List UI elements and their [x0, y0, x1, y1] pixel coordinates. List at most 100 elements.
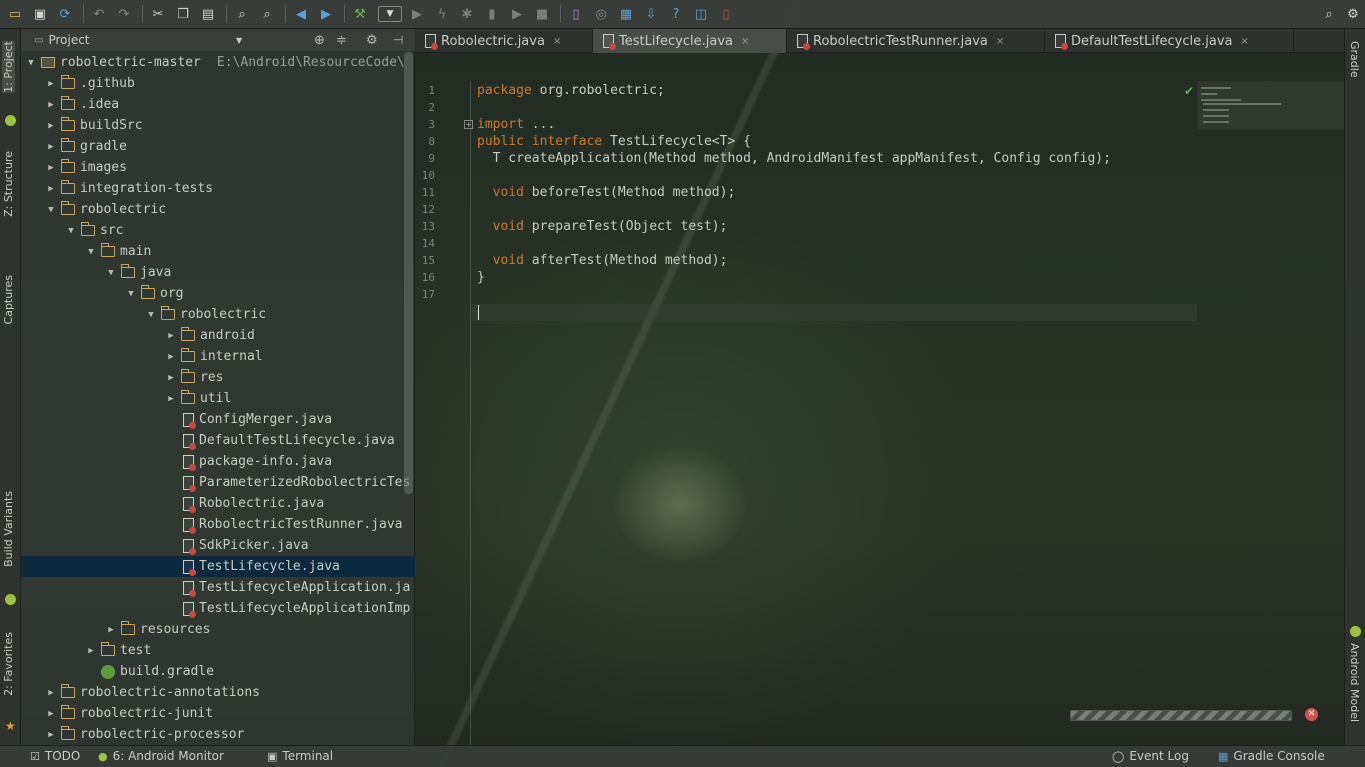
copy-icon[interactable]: ❐	[172, 3, 194, 25]
tree-node[interactable]: ▶ android	[21, 325, 415, 346]
background-task-progress[interactable]	[1070, 710, 1292, 721]
device-file-icon[interactable]: ▯	[715, 3, 737, 25]
collapse-all-icon[interactable]: ≑	[336, 33, 347, 48]
tree-node[interactable]: ▼ src	[21, 220, 415, 241]
cancel-task-icon[interactable]: ✕	[1305, 708, 1318, 721]
coverage-icon[interactable]: ▶	[506, 3, 528, 25]
expand-arrow-icon[interactable]: ▶	[165, 394, 177, 404]
tree-file[interactable]: ParameterizedRobolectricTes	[21, 472, 415, 493]
fold-expand-icon[interactable]: +	[464, 120, 473, 129]
translations-icon[interactable]: ◫	[690, 3, 712, 25]
save-icon[interactable]: ▣	[29, 3, 51, 25]
expand-arrow-icon[interactable]: ▶	[45, 688, 57, 698]
back-icon[interactable]: ◀	[290, 3, 312, 25]
tree-file[interactable]: package-info.java	[21, 451, 415, 472]
hide-panel-icon[interactable]: ⊣	[393, 33, 403, 47]
close-icon[interactable]: ×	[1241, 36, 1249, 47]
tree-node[interactable]: ▶ integration-tests	[21, 178, 415, 199]
tool-window-captures[interactable]: Captures	[2, 275, 15, 324]
open-folder-icon[interactable]: ▭	[4, 3, 26, 25]
tree-node[interactable]: ▶ .idea	[21, 94, 415, 115]
tree-file[interactable]: SdkPicker.java	[21, 535, 415, 556]
collapse-arrow-icon[interactable]: ▼	[125, 289, 137, 299]
tree-file[interactable]: RobolectricTestRunner.java	[21, 514, 415, 535]
expand-arrow-icon[interactable]: ▶	[45, 730, 57, 740]
tree-file[interactable]: TestLifecycle.java	[21, 556, 415, 577]
expand-arrow-icon[interactable]: ▶	[45, 121, 57, 131]
close-icon[interactable]: ×	[741, 36, 749, 47]
tree-file[interactable]: DefaultTestLifecycle.java	[21, 430, 415, 451]
expand-arrow-icon[interactable]: ▶	[45, 709, 57, 719]
tree-node[interactable]: ▼ robolectric	[21, 199, 415, 220]
expand-arrow-icon[interactable]: ▶	[45, 100, 57, 110]
tool-window-gradle[interactable]: Gradle	[1348, 41, 1361, 78]
expand-arrow-icon[interactable]: ▶	[105, 625, 117, 635]
expand-arrow-icon[interactable]: ▶	[165, 331, 177, 341]
tool-window-project[interactable]: 1: Project	[2, 41, 15, 93]
code-editor[interactable]: package org.robolectric; import ... public…	[477, 81, 1337, 741]
tab-robolectrictestrunner-java[interactable]: RobolectricTestRunner.java ×	[787, 29, 1045, 53]
profile-icon[interactable]: ▮	[481, 3, 503, 25]
tree-node[interactable]: ▶ robolectric-annotations	[21, 682, 415, 703]
tree-node[interactable]: ▼ org	[21, 283, 415, 304]
tree-node[interactable]: ▶ test	[21, 640, 415, 661]
run-config-dropdown[interactable]: ▼	[378, 6, 402, 22]
settings-icon[interactable]: ⚙	[1342, 3, 1364, 25]
project-scrollbar[interactable]	[404, 52, 413, 494]
find-replace-icon[interactable]: ⌕	[256, 3, 278, 25]
make-project-icon[interactable]: ⚒	[349, 3, 371, 25]
tab-testlifecycle-java[interactable]: TestLifecycle.java ×	[593, 29, 787, 53]
tool-window-build-variants[interactable]: Build Variants	[2, 491, 15, 567]
close-icon[interactable]: ×	[553, 36, 561, 47]
expand-arrow-icon[interactable]: ▶	[45, 163, 57, 173]
tree-file[interactable]: Robolectric.java	[21, 493, 415, 514]
tree-node[interactable]: ▼ robolectric-master E:\Android\ResourceCo…	[21, 52, 415, 73]
tree-node[interactable]: ▶ images	[21, 157, 415, 178]
tool-window-todo[interactable]: ☑ TODO	[30, 749, 80, 763]
sync-icon[interactable]: ⟳	[54, 3, 76, 25]
collapse-arrow-icon[interactable]: ▼	[85, 247, 97, 257]
expand-arrow-icon[interactable]: ▶	[45, 79, 57, 89]
find-icon[interactable]: ⌕	[231, 3, 253, 25]
tree-node[interactable]: ▶ resources	[21, 619, 415, 640]
code-minimap[interactable]	[1197, 81, 1344, 129]
paste-icon[interactable]: ▤	[197, 3, 219, 25]
tool-window-terminal[interactable]: ▣ Terminal	[267, 749, 333, 763]
tree-node[interactable]: ▶ gradle	[21, 136, 415, 157]
tree-node[interactable]: build.gradle	[21, 661, 415, 682]
expand-arrow-icon[interactable]: ▶	[45, 184, 57, 194]
tree-file[interactable]: TestLifecycleApplication.ja	[21, 577, 415, 598]
tool-window-android-model[interactable]: Android Model	[1348, 643, 1361, 722]
tree-node[interactable]: ▶ res	[21, 367, 415, 388]
tab-defaulttestlifecycle-java[interactable]: DefaultTestLifecycle.java ×	[1045, 29, 1294, 53]
tree-node[interactable]: ▼ robolectric	[21, 304, 415, 325]
redo-icon[interactable]: ↷	[113, 3, 135, 25]
tree-node[interactable]: ▶ robolectric-processor	[21, 724, 415, 745]
close-icon[interactable]: ×	[996, 36, 1004, 47]
tree-node[interactable]: ▶ util	[21, 388, 415, 409]
collapse-arrow-icon[interactable]: ▼	[145, 310, 157, 320]
collapse-arrow-icon[interactable]: ▼	[105, 268, 117, 278]
tab-robolectric-java[interactable]: Robolectric.java ×	[415, 29, 593, 53]
avd-manager-icon[interactable]: ▯	[565, 3, 587, 25]
collapse-arrow-icon[interactable]: ▼	[45, 205, 57, 215]
gear-icon[interactable]: ⚙	[366, 33, 378, 48]
expand-arrow-icon[interactable]: ▶	[165, 373, 177, 383]
expand-arrow-icon[interactable]: ▶	[45, 142, 57, 152]
expand-arrow-icon[interactable]: ▶	[165, 352, 177, 362]
collapse-arrow-icon[interactable]: ▼	[25, 58, 37, 68]
stop-icon[interactable]: ■	[531, 3, 553, 25]
project-view-selector[interactable]: Project	[48, 33, 89, 47]
tool-window-event-log[interactable]: ◯ Event Log	[1112, 749, 1189, 763]
tree-node[interactable]: ▶ .github	[21, 73, 415, 94]
project-structure-icon[interactable]: ▦	[615, 3, 637, 25]
cut-icon[interactable]: ✂	[147, 3, 169, 25]
tree-node[interactable]: ▼ java	[21, 262, 415, 283]
collapse-arrow-icon[interactable]: ▼	[65, 226, 77, 236]
structure-download-icon[interactable]: ⇩	[640, 3, 662, 25]
expand-arrow-icon[interactable]: ▶	[85, 646, 97, 656]
search-icon[interactable]: ⌕	[1318, 3, 1340, 25]
run-icon[interactable]: ▶	[406, 3, 428, 25]
tree-node[interactable]: ▼ main	[21, 241, 415, 262]
tool-window-android-monitor[interactable]: ● 6: Android Monitor	[98, 749, 224, 763]
